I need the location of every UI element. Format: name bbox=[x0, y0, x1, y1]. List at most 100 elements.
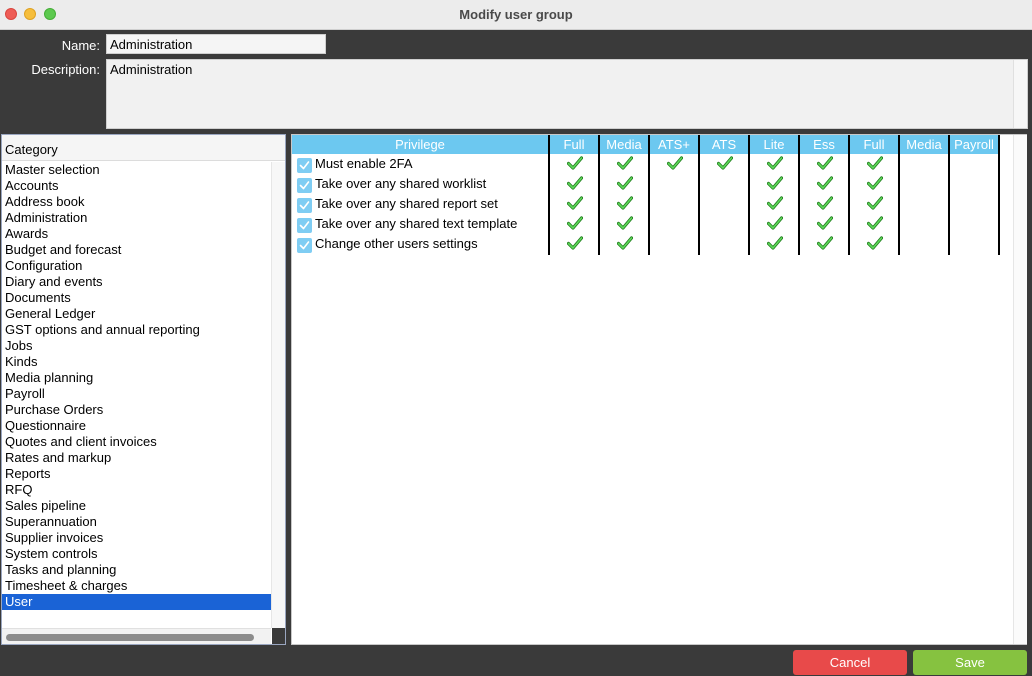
checkmark-icon[interactable] bbox=[816, 216, 834, 230]
privilege-label: Take over any shared text template bbox=[315, 216, 518, 231]
checkmark-icon[interactable] bbox=[566, 156, 584, 170]
checkmark-icon[interactable] bbox=[866, 176, 884, 190]
checkmark-icon[interactable] bbox=[566, 176, 584, 190]
privilege-checkbox[interactable] bbox=[297, 218, 312, 233]
checkmark-icon[interactable] bbox=[766, 216, 784, 230]
checkmark-icon[interactable] bbox=[816, 176, 834, 190]
category-item[interactable]: Media planning bbox=[2, 370, 271, 386]
column-header: Ess bbox=[800, 135, 848, 154]
category-header: Category bbox=[2, 135, 285, 161]
checkmark-icon[interactable] bbox=[816, 236, 834, 250]
column-header: Payroll bbox=[950, 135, 998, 154]
checkmark-icon[interactable] bbox=[616, 216, 634, 230]
category-item[interactable]: Accounts bbox=[2, 178, 271, 194]
column-header: Privilege bbox=[292, 135, 548, 154]
checkmark-icon[interactable] bbox=[616, 196, 634, 210]
category-item[interactable]: System controls bbox=[2, 546, 271, 562]
checkmark-icon[interactable] bbox=[766, 236, 784, 250]
checkmark-icon[interactable] bbox=[666, 156, 684, 170]
category-item[interactable]: Reports bbox=[2, 466, 271, 482]
category-item[interactable]: Superannuation bbox=[2, 514, 271, 530]
column-divider bbox=[698, 135, 700, 255]
category-item[interactable]: Payroll bbox=[2, 386, 271, 402]
checkmark-icon[interactable] bbox=[816, 156, 834, 170]
category-item[interactable]: Diary and events bbox=[2, 274, 271, 290]
column-divider bbox=[598, 135, 600, 255]
category-item[interactable]: General Ledger bbox=[2, 306, 271, 322]
checkmark-icon[interactable] bbox=[566, 196, 584, 210]
checkmark-icon[interactable] bbox=[866, 156, 884, 170]
column-header: Media bbox=[600, 135, 648, 154]
checkmark-icon[interactable] bbox=[766, 196, 784, 210]
column-header: Full bbox=[550, 135, 598, 154]
checkmark-icon[interactable] bbox=[766, 156, 784, 170]
checkmark-icon[interactable] bbox=[816, 196, 834, 210]
window-title: Modify user group bbox=[459, 7, 573, 22]
description-field[interactable]: Administration bbox=[106, 59, 1028, 129]
column-header: Lite bbox=[750, 135, 798, 154]
column-header: Media bbox=[900, 135, 948, 154]
category-item[interactable]: Administration bbox=[2, 210, 271, 226]
category-vertical-scrollbar[interactable] bbox=[271, 162, 285, 628]
description-label: Description: bbox=[31, 62, 100, 77]
category-item[interactable]: Rates and markup bbox=[2, 450, 271, 466]
category-horizontal-scrollbar[interactable] bbox=[2, 628, 271, 644]
column-header: ATS bbox=[700, 135, 748, 154]
column-divider bbox=[748, 135, 750, 255]
category-item[interactable]: GST options and annual reporting bbox=[2, 322, 271, 338]
title-bar: Modify user group bbox=[0, 0, 1032, 30]
category-item[interactable]: Quotes and client invoices bbox=[2, 434, 271, 450]
column-divider bbox=[798, 135, 800, 255]
category-list: Master selection Accounts Address book Admi… bbox=[2, 162, 271, 610]
column-divider bbox=[998, 135, 1000, 255]
category-item[interactable]: Configuration bbox=[2, 258, 271, 274]
checkmark-icon[interactable] bbox=[716, 156, 734, 170]
category-item[interactable]: Master selection bbox=[2, 162, 271, 178]
checkmark-icon[interactable] bbox=[616, 236, 634, 250]
category-item[interactable]: Address book bbox=[2, 194, 271, 210]
privilege-checkbox[interactable] bbox=[297, 238, 312, 253]
checkmark-icon[interactable] bbox=[866, 216, 884, 230]
privilege-label: Take over any shared worklist bbox=[315, 176, 487, 191]
category-scroll-thumb[interactable] bbox=[6, 634, 254, 641]
privilege-label: Must enable 2FA bbox=[315, 156, 413, 171]
checkmark-icon[interactable] bbox=[866, 196, 884, 210]
category-item[interactable]: Timesheet & charges bbox=[2, 578, 271, 594]
checkmark-icon[interactable] bbox=[616, 156, 634, 170]
column-divider bbox=[848, 135, 850, 255]
name-label: Name: bbox=[61, 38, 100, 53]
category-item[interactable]: Questionnaire bbox=[2, 418, 271, 434]
description-scrollbar[interactable] bbox=[1013, 60, 1027, 128]
column-divider bbox=[648, 135, 650, 255]
column-header: Full bbox=[850, 135, 898, 154]
category-item[interactable]: Purchase Orders bbox=[2, 402, 271, 418]
category-panel: Category Master selection Accounts Address… bbox=[1, 134, 286, 645]
column-divider bbox=[948, 135, 950, 255]
name-field[interactable] bbox=[106, 34, 326, 54]
cancel-button[interactable]: Cancel bbox=[793, 650, 907, 675]
category-item[interactable]: RFQ bbox=[2, 482, 271, 498]
category-item[interactable]: Budget and forecast bbox=[2, 242, 271, 258]
column-header: ATS+ bbox=[650, 135, 698, 154]
save-button[interactable]: Save bbox=[913, 650, 1027, 675]
category-item[interactable]: Supplier invoices bbox=[2, 530, 271, 546]
category-item[interactable]: Jobs bbox=[2, 338, 271, 354]
category-item[interactable]: User bbox=[2, 594, 271, 610]
category-item[interactable]: Awards bbox=[2, 226, 271, 242]
checkmark-icon[interactable] bbox=[566, 216, 584, 230]
privilege-checkbox[interactable] bbox=[297, 198, 312, 213]
column-divider bbox=[898, 135, 900, 255]
privilege-checkbox[interactable] bbox=[297, 158, 312, 173]
scroll-corner bbox=[272, 628, 285, 644]
category-item[interactable]: Documents bbox=[2, 290, 271, 306]
category-item[interactable]: Tasks and planning bbox=[2, 562, 271, 578]
checkmark-icon[interactable] bbox=[766, 176, 784, 190]
privilege-label: Change other users settings bbox=[315, 236, 478, 251]
checkmark-icon[interactable] bbox=[866, 236, 884, 250]
checkmark-icon[interactable] bbox=[616, 176, 634, 190]
category-item[interactable]: Sales pipeline bbox=[2, 498, 271, 514]
category-item[interactable]: Kinds bbox=[2, 354, 271, 370]
privilege-checkbox[interactable] bbox=[297, 178, 312, 193]
checkmark-icon[interactable] bbox=[566, 236, 584, 250]
privilege-vertical-scrollbar[interactable] bbox=[1013, 135, 1027, 644]
